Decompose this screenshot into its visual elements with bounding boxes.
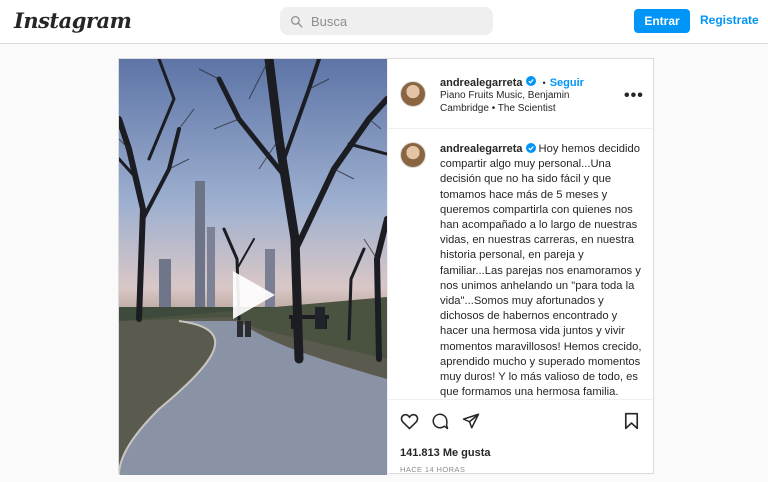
action-bar: 141.813 Me gusta HACE 14 HORAS <box>388 399 655 475</box>
post-header: andrealegarreta • Seguir Piano Fruits Musi… <box>388 59 655 129</box>
post-video[interactable] <box>119 59 387 475</box>
post-card: andrealegarreta • Seguir Piano Fruits Musi… <box>118 58 655 475</box>
play-icon[interactable] <box>229 267 279 323</box>
verified-badge-icon <box>525 75 536 86</box>
search-input[interactable] <box>311 13 481 29</box>
caption-verified-badge-icon <box>525 143 536 154</box>
username-link[interactable]: andrealegarreta <box>440 77 523 89</box>
login-button[interactable]: Entrar <box>634 9 690 33</box>
instagram-logo[interactable]: Instagram <box>14 8 132 33</box>
likes-count[interactable]: 141.813 Me gusta <box>400 447 491 459</box>
bookmark-icon[interactable] <box>624 412 639 430</box>
signup-link[interactable]: Registrate <box>700 13 759 27</box>
caption-text: Hoy hemos decidido compartir algo muy pe… <box>440 143 642 399</box>
post-sidebar: andrealegarreta • Seguir Piano Fruits Musi… <box>387 59 655 475</box>
caption-area: andrealegarreta Hoy hemos decidido compar… <box>388 130 655 399</box>
music-info[interactable]: Piano Fruits Music, Benjamin Cambridge •… <box>440 89 590 115</box>
top-navigation-bar: Instagram Entrar Registrate <box>0 0 768 44</box>
comment-icon[interactable] <box>431 412 449 430</box>
heart-icon[interactable] <box>400 412 419 430</box>
caption-username[interactable]: andrealegarreta <box>440 143 523 155</box>
more-options-icon[interactable]: ••• <box>624 87 644 105</box>
caption-text-block: andrealegarreta Hoy hemos decidido compar… <box>440 142 646 399</box>
share-icon[interactable] <box>462 412 480 430</box>
separator-dot: • <box>542 78 546 88</box>
caption-avatar[interactable] <box>400 142 426 168</box>
search-box[interactable] <box>280 7 493 35</box>
search-icon <box>290 15 303 28</box>
avatar[interactable] <box>400 81 426 107</box>
post-timestamp[interactable]: HACE 14 HORAS <box>400 465 465 474</box>
follow-button[interactable]: Seguir <box>550 77 584 89</box>
